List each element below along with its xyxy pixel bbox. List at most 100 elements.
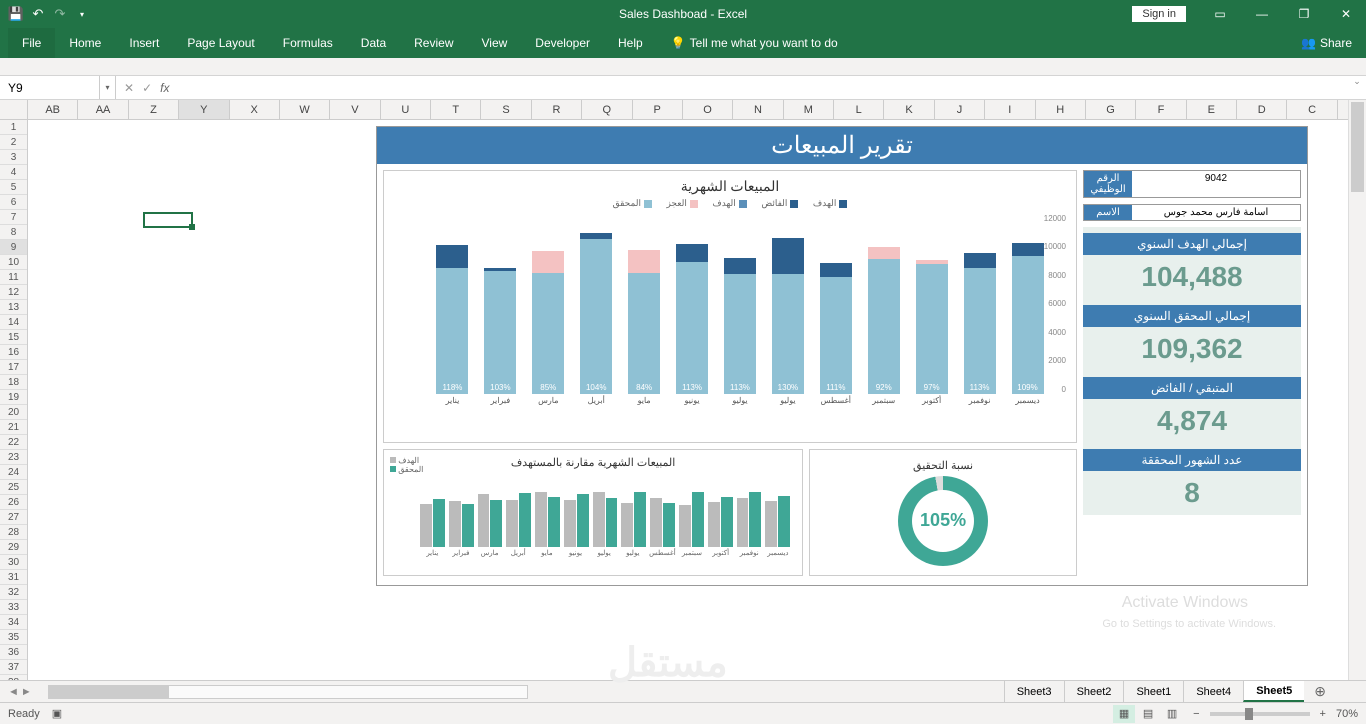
column-header[interactable]: X [230,100,280,119]
column-header[interactable]: P [633,100,683,119]
column-header[interactable]: C [1287,100,1337,119]
sheet-tab[interactable]: Sheet1 [1123,681,1183,702]
tab-file[interactable]: File [8,28,55,58]
row-header[interactable]: 24 [0,465,27,480]
cancel-formula-icon[interactable]: ✕ [124,81,134,95]
tab-view[interactable]: View [468,28,522,58]
share-button[interactable]: 👥 Share [1287,28,1366,58]
row-header[interactable]: 28 [0,525,27,540]
row-header[interactable]: 35 [0,630,27,645]
zoom-slider[interactable] [1210,712,1310,716]
row-header[interactable]: 10 [0,255,27,270]
restore-icon[interactable]: ❐ [1284,0,1324,28]
vertical-scrollbar[interactable] [1348,100,1366,680]
row-header[interactable]: 12 [0,285,27,300]
row-header[interactable]: 7 [0,210,27,225]
column-header[interactable]: U [381,100,431,119]
row-header[interactable]: 34 [0,615,27,630]
tab-insert[interactable]: Insert [115,28,173,58]
sheet-nav-prev-icon[interactable]: ◄ [8,686,19,698]
column-header[interactable]: Z [129,100,179,119]
column-header[interactable]: M [784,100,834,119]
formula-input[interactable] [185,76,1348,99]
zoom-thumb[interactable] [1245,708,1253,720]
zoom-in-icon[interactable]: + [1320,708,1326,720]
row-header[interactable]: 2 [0,135,27,150]
row-header[interactable]: 3 [0,150,27,165]
row-header[interactable]: 14 [0,315,27,330]
tab-home[interactable]: Home [55,28,115,58]
column-header[interactable]: Y [179,100,229,119]
row-header[interactable]: 4 [0,165,27,180]
hscroll-thumb[interactable] [49,686,169,698]
column-header[interactable]: I [985,100,1035,119]
column-header[interactable]: R [532,100,582,119]
column-header[interactable]: N [733,100,783,119]
column-header[interactable]: AB [28,100,78,119]
row-header[interactable]: 13 [0,300,27,315]
row-header[interactable]: 16 [0,345,27,360]
new-sheet-button[interactable]: ⊕ [1304,683,1336,700]
row-header[interactable]: 22 [0,435,27,450]
tab-help[interactable]: Help [604,28,657,58]
row-header[interactable]: 1 [0,120,27,135]
row-header[interactable]: 11 [0,270,27,285]
row-header[interactable]: 25 [0,480,27,495]
tab-review[interactable]: Review [400,28,467,58]
row-header[interactable]: 6 [0,195,27,210]
column-header[interactable]: T [431,100,481,119]
macro-record-icon[interactable]: ▣ [52,707,62,720]
row-header[interactable]: 17 [0,360,27,375]
tab-formulas[interactable]: Formulas [269,28,347,58]
qat-customize-icon[interactable]: ▾ [74,6,90,22]
page-layout-view-icon[interactable]: ▤ [1137,705,1159,723]
undo-icon[interactable]: ↶ [30,6,46,22]
row-header[interactable]: 37 [0,660,27,675]
sheet-tab[interactable]: Sheet2 [1064,681,1124,702]
name-box[interactable]: Y9 [0,76,100,99]
vscroll-thumb[interactable] [1351,102,1364,192]
column-header[interactable]: E [1187,100,1237,119]
column-header[interactable]: W [280,100,330,119]
name-box-dropdown-icon[interactable]: ▾ [100,76,116,99]
row-header[interactable]: 33 [0,600,27,615]
row-header[interactable]: 31 [0,570,27,585]
expand-formula-bar-icon[interactable]: ⌄ [1348,76,1366,99]
sign-in-button[interactable]: Sign in [1132,6,1186,22]
row-header[interactable]: 18 [0,375,27,390]
sheet-tab[interactable]: Sheet5 [1243,681,1304,702]
row-header[interactable]: 30 [0,555,27,570]
column-header[interactable]: L [834,100,884,119]
normal-view-icon[interactable]: ▦ [1113,705,1135,723]
column-header[interactable]: O [683,100,733,119]
tell-me-search[interactable]: 💡 Tell me what you want to do [657,28,838,58]
sheet-tab[interactable]: Sheet4 [1183,681,1243,702]
save-icon[interactable]: 💾 [8,6,24,22]
row-header[interactable]: 20 [0,405,27,420]
column-header[interactable]: V [330,100,380,119]
horizontal-scrollbar[interactable] [48,685,528,699]
row-header[interactable]: 15 [0,330,27,345]
column-header[interactable]: Q [582,100,632,119]
row-header[interactable]: 8 [0,225,27,240]
tab-data[interactable]: Data [347,28,400,58]
row-header[interactable]: 26 [0,495,27,510]
zoom-out-icon[interactable]: − [1193,708,1199,720]
page-break-view-icon[interactable]: ▥ [1161,705,1183,723]
sheet-canvas[interactable]: تقرير المبيعات الرقم الوظيفي 9042 الاسم … [28,120,1338,682]
row-header[interactable]: 9 [0,240,27,255]
row-header[interactable]: 5 [0,180,27,195]
row-header[interactable]: 19 [0,390,27,405]
zoom-level[interactable]: 70% [1336,708,1358,720]
row-header[interactable]: 23 [0,450,27,465]
row-header[interactable]: 27 [0,510,27,525]
sheet-tab[interactable]: Sheet3 [1004,681,1064,702]
column-header[interactable]: G [1086,100,1136,119]
column-header[interactable]: H [1036,100,1086,119]
tab-developer[interactable]: Developer [521,28,604,58]
column-header[interactable]: J [935,100,985,119]
column-header[interactable]: K [884,100,934,119]
column-header[interactable]: S [481,100,531,119]
minimize-icon[interactable]: — [1242,0,1282,28]
close-icon[interactable]: ✕ [1326,0,1366,28]
